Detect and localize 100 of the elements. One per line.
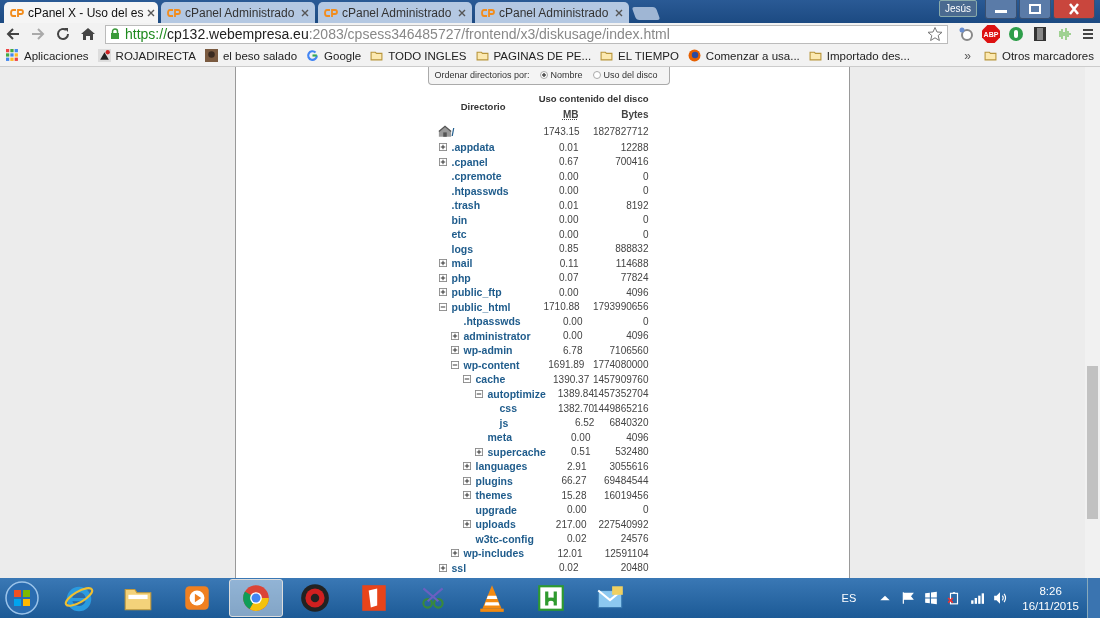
browser-tab[interactable]: cPanel Administrado (318, 2, 472, 23)
search-extension-icon[interactable] (958, 26, 974, 42)
expand-icon[interactable] (438, 563, 447, 572)
bookmark-item[interactable]: Comenzar a usa... (687, 49, 800, 62)
expand-icon[interactable] (450, 331, 459, 340)
circle-logo-icon[interactable] (1008, 26, 1024, 42)
directory-link[interactable]: .appdata (451, 141, 495, 154)
expand-icon[interactable] (438, 259, 447, 268)
collapse-icon[interactable] (474, 389, 483, 398)
bytes-value: 888832 (614, 243, 649, 255)
directory-link[interactable]: public_html (451, 300, 511, 313)
radio-button[interactable] (539, 71, 548, 79)
directory-link[interactable]: php (451, 271, 471, 284)
bookmark-item[interactable]: ROJADIRECTA (97, 49, 196, 62)
megabytes-value: 15.28 (560, 489, 587, 501)
directory-link[interactable]: w3tc-config (475, 532, 534, 545)
directory-link[interactable]: administrator (463, 329, 531, 342)
start-button[interactable] (4, 580, 40, 616)
maximize-button[interactable] (1019, 0, 1051, 19)
expand-icon[interactable] (438, 143, 447, 152)
directory-link[interactable]: public_ftp (451, 286, 502, 299)
expand-icon[interactable] (450, 346, 459, 355)
radio-label[interactable]: Nombre (550, 70, 583, 80)
directory-link[interactable]: cache (475, 373, 506, 386)
clock-time[interactable]: 8:26 (1039, 584, 1062, 597)
menu-icon[interactable] (1080, 26, 1096, 42)
browser-tab[interactable]: cPanel Administrado (475, 2, 629, 23)
target-icon[interactable] (299, 582, 331, 614)
expand-icon[interactable] (462, 462, 471, 471)
radio-label[interactable]: Uso del disco (603, 70, 658, 80)
radio-button[interactable] (592, 71, 601, 79)
close-icon[interactable] (458, 8, 466, 17)
expand-icon[interactable] (438, 273, 447, 282)
torrent-app-icon[interactable] (535, 582, 567, 614)
directory-link[interactable]: .cpremote (451, 170, 502, 183)
bookmark-item[interactable]: el beso salado (204, 49, 298, 62)
directory-link[interactable]: meta (487, 431, 512, 444)
address-bar[interactable]: https://cp132.webempresa.eu:2083/cpsess346485727/frontend/x3/diskusage/index.html (105, 24, 948, 44)
clock-date[interactable]: 16/11/2015 (1022, 599, 1079, 612)
collapse-icon[interactable] (438, 302, 447, 311)
directory-link[interactable]: logs (451, 242, 474, 255)
volume-icon[interactable] (993, 591, 1008, 605)
close-icon[interactable] (301, 8, 309, 17)
directory-link[interactable]: themes (475, 489, 513, 502)
flag-icon[interactable] (901, 591, 916, 605)
directory-link[interactable]: .htpasswds (463, 315, 521, 328)
star-icon[interactable] (927, 26, 943, 42)
bookmark-item[interactable]: Otros marcadores (983, 49, 1094, 62)
windows-logo-icon[interactable] (924, 591, 939, 605)
directory-link[interactable]: uploads (475, 518, 516, 531)
bookmark-item[interactable]: EL TIEMPO (600, 49, 679, 62)
directory-link[interactable]: .trash (451, 199, 481, 212)
new-tab-button[interactable] (631, 7, 661, 20)
reload-icon[interactable] (55, 26, 71, 42)
collapse-icon[interactable] (462, 375, 471, 384)
bookmark-item[interactable]: Google (306, 49, 362, 62)
expand-icon[interactable] (462, 520, 471, 529)
directory-link[interactable]: ssl (451, 561, 467, 574)
signal-icon[interactable] (970, 591, 985, 605)
directory-link[interactable]: bin (451, 213, 468, 226)
expand-icon[interactable] (474, 447, 483, 456)
expand-icon[interactable] (462, 476, 471, 485)
expand-icon[interactable] (438, 157, 447, 166)
bookmark-item[interactable]: Importado des... (808, 49, 910, 62)
directory-link[interactable]: .htpasswds (451, 184, 509, 197)
directory-link[interactable]: etc (451, 228, 467, 241)
directory-link[interactable]: .cpanel (451, 155, 488, 168)
scrollbar[interactable] (1085, 67, 1100, 578)
minimize-button[interactable] (985, 0, 1017, 19)
expand-icon[interactable] (450, 549, 459, 558)
directory-link[interactable]: plugins (475, 474, 513, 487)
bookmark-item[interactable]: PAGINAS DE PE... (475, 49, 592, 62)
directory-link[interactable]: upgrade (475, 503, 517, 516)
expand-icon[interactable] (438, 288, 447, 297)
directory-link[interactable]: languages (475, 460, 528, 473)
browser-tab[interactable]: cPanel X - Uso del es (4, 2, 158, 23)
directory-link[interactable]: autoptimize (487, 387, 546, 400)
directory-link[interactable]: mail (451, 257, 473, 270)
close-window-button[interactable] (1053, 0, 1095, 19)
directory-link[interactable]: / (451, 125, 455, 138)
expand-icon[interactable] (462, 491, 471, 500)
film-strip-icon[interactable] (1032, 26, 1048, 42)
bookmark-item[interactable]: Aplicaciones (6, 49, 89, 62)
directory-link[interactable]: css (499, 402, 518, 415)
language-indicator[interactable]: ES (841, 592, 857, 604)
collapse-icon[interactable] (450, 360, 459, 369)
home-icon[interactable] (80, 26, 96, 42)
back-arrow-icon[interactable] (5, 26, 21, 42)
directory-link[interactable]: wp-includes (463, 547, 525, 560)
directory-link[interactable]: js (499, 416, 509, 429)
user-badge[interactable]: Jesús (938, 0, 977, 17)
chrome-ball-icon[interactable] (240, 582, 272, 614)
directory-link[interactable]: supercache (487, 445, 546, 458)
more-bookmarks-button[interactable]: » (964, 48, 971, 63)
bookmark-item[interactable]: TODO INGLES (370, 49, 467, 62)
directory-link[interactable]: wp-admin (463, 344, 513, 357)
close-icon[interactable] (147, 8, 156, 17)
browser-tab[interactable]: cPanel Administrado (161, 2, 315, 23)
directory-link[interactable]: wp-content (463, 358, 520, 371)
close-icon[interactable] (615, 8, 623, 17)
